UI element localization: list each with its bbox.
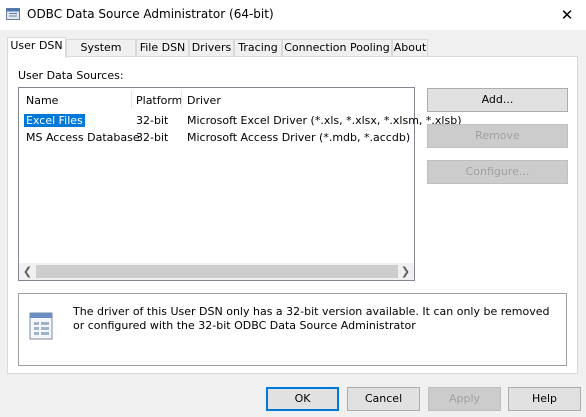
list-cell-name: Excel Files [24,114,85,127]
tab-connection-pooling[interactable]: Connection Pooling [282,39,392,57]
info-message: The driver of this User DSN only has a 3… [73,305,550,332]
column-header-driver[interactable]: Driver [187,94,221,107]
ok-button[interactable]: OK [266,387,339,411]
column-divider[interactable] [181,91,182,108]
cancel-button[interactable]: Cancel [347,387,420,411]
scroll-right-icon[interactable]: ❯ [397,263,414,280]
user-data-sources-label: User Data Sources: [18,69,124,82]
list-row[interactable]: MS Access Database 32-bit Microsoft Acce… [19,130,414,146]
data-source-icon [29,312,53,340]
window-title: ODBC Data Source Administrator (64-bit) [27,7,274,21]
remove-button[interactable]: Remove [427,124,568,148]
tab-drivers[interactable]: Drivers [189,39,234,57]
tab-about[interactable]: About [392,39,428,57]
scrollbar-thumb[interactable] [36,265,398,278]
column-header-name[interactable]: Name [26,94,58,107]
odbc-app-icon [6,8,20,20]
list-cell-driver: Microsoft Access Driver (*.mdb, *.accdb) [187,131,411,144]
list-cell-platform: 32-bit [136,131,169,144]
tab-tracing[interactable]: Tracing [234,39,282,57]
column-header-platform[interactable]: Platform [136,94,182,107]
horizontal-scrollbar[interactable]: ❮ ❯ [19,263,414,280]
column-divider[interactable] [131,91,132,108]
add-button[interactable]: Add... [427,88,568,112]
tab-user-dsn[interactable]: User DSN [7,37,66,58]
list-row[interactable]: Excel Files 32-bit Microsoft Excel Drive… [19,113,461,129]
tab-file-dsn[interactable]: File DSN [136,39,189,57]
scroll-left-icon[interactable]: ❮ [19,263,36,280]
list-cell-name: MS Access Database [26,131,140,144]
close-button[interactable]: ✕ [556,4,578,26]
apply-button[interactable]: Apply [428,387,501,411]
list-cell-platform: 32-bit [136,114,169,127]
tab-system-dsn[interactable]: System DSN [66,39,136,70]
help-button[interactable]: Help [508,387,581,411]
info-box: The driver of this User DSN only has a 3… [18,293,567,366]
close-icon: ✕ [560,6,574,24]
title-bar: ODBC Data Source Administrator (64-bit) … [0,0,586,30]
data-sources-list[interactable]: Name Platform Driver Excel Files 32-bit … [18,87,461,281]
list-cell-driver: Microsoft Excel Driver (*.xls, *.xlsx, *… [187,114,462,127]
configure-button[interactable]: Configure... [427,160,568,184]
